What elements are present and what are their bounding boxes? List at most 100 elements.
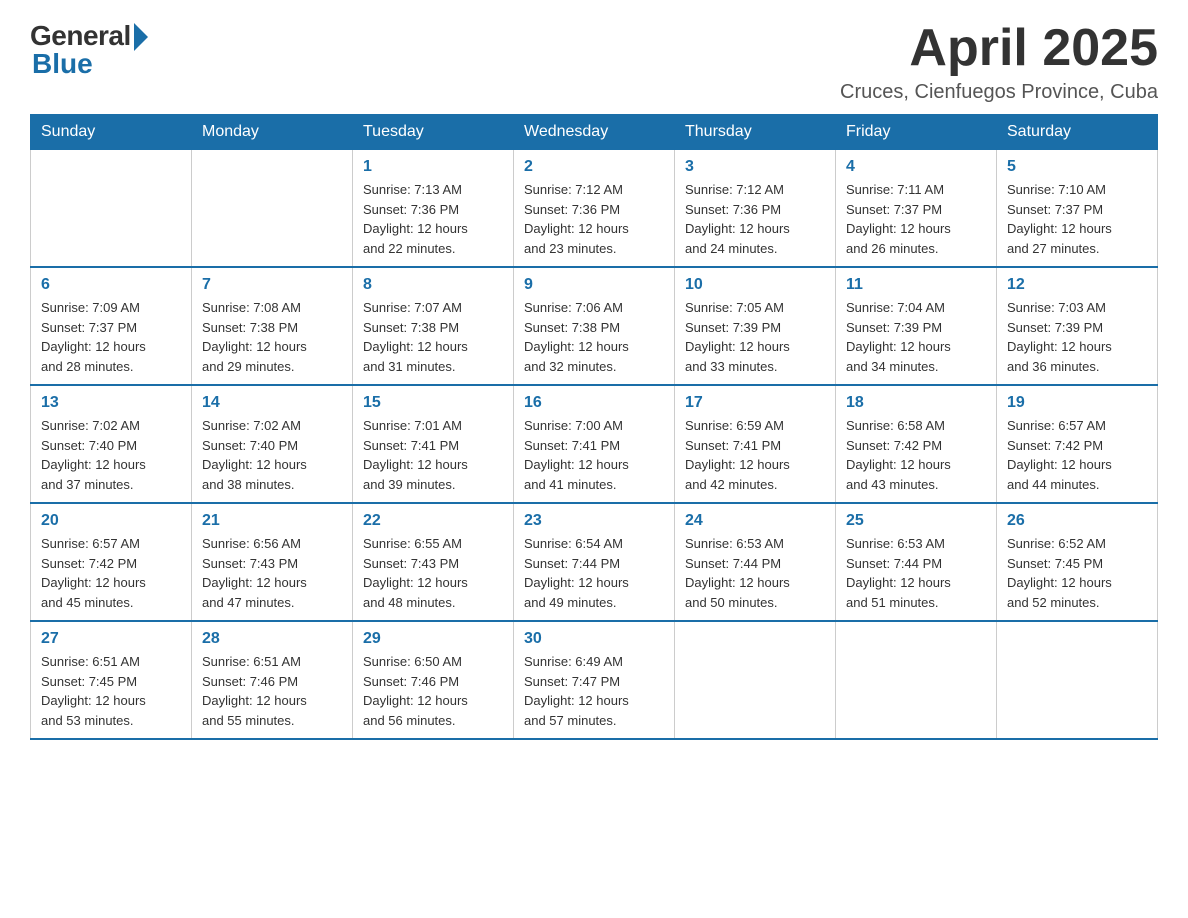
day-info: Sunrise: 7:05 AMSunset: 7:39 PMDaylight:… bbox=[685, 298, 825, 376]
day-number: 19 bbox=[1007, 394, 1147, 412]
day-number: 17 bbox=[685, 394, 825, 412]
day-number: 23 bbox=[524, 512, 664, 530]
day-number: 29 bbox=[363, 630, 503, 648]
day-info: Sunrise: 7:02 AMSunset: 7:40 PMDaylight:… bbox=[202, 416, 342, 494]
calendar-cell: 6Sunrise: 7:09 AMSunset: 7:37 PMDaylight… bbox=[31, 267, 192, 385]
day-info: Sunrise: 6:51 AMSunset: 7:45 PMDaylight:… bbox=[41, 652, 181, 730]
day-number: 10 bbox=[685, 276, 825, 294]
day-info: Sunrise: 7:03 AMSunset: 7:39 PMDaylight:… bbox=[1007, 298, 1147, 376]
day-info: Sunrise: 7:10 AMSunset: 7:37 PMDaylight:… bbox=[1007, 180, 1147, 258]
logo-blue-text: Blue bbox=[32, 48, 93, 80]
day-info: Sunrise: 7:01 AMSunset: 7:41 PMDaylight:… bbox=[363, 416, 503, 494]
weekday-header-wednesday: Wednesday bbox=[514, 115, 675, 150]
day-number: 27 bbox=[41, 630, 181, 648]
calendar-header: SundayMondayTuesdayWednesdayThursdayFrid… bbox=[31, 115, 1158, 150]
calendar-cell: 24 Sunrise: 6:53 AMSunset: 7:44 PMDayligh… bbox=[675, 503, 836, 621]
day-number: 16 bbox=[524, 394, 664, 412]
page-header: General Blue April 2025 Cruces, Cienfueg… bbox=[30, 20, 1158, 104]
day-info: Sunrise: 6:52 AMSunset: 7:45 PMDaylight:… bbox=[1007, 534, 1147, 612]
calendar-cell: 21Sunrise: 6:56 AMSunset: 7:43 PMDayligh… bbox=[192, 503, 353, 621]
weekday-header-monday: Monday bbox=[192, 115, 353, 150]
day-number: 25 bbox=[846, 512, 986, 530]
day-info: Sunrise: 6:54 AMSunset: 7:44 PMDaylight:… bbox=[524, 534, 664, 612]
calendar-cell: 22Sunrise: 6:55 AMSunset: 7:43 PMDayligh… bbox=[353, 503, 514, 621]
day-info: Sunrise: 7:02 AMSunset: 7:40 PMDaylight:… bbox=[41, 416, 181, 494]
day-info: Sunrise: 6:50 AMSunset: 7:46 PMDaylight:… bbox=[363, 652, 503, 730]
day-info: Sunrise: 6:51 AMSunset: 7:46 PMDaylight:… bbox=[202, 652, 342, 730]
calendar-cell: 18 Sunrise: 6:58 AMSunset: 7:42 PMDayligh… bbox=[836, 385, 997, 503]
calendar-cell: 29 Sunrise: 6:50 AMSunset: 7:46 PMDayligh… bbox=[353, 621, 514, 739]
calendar-week-3: 13 Sunrise: 7:02 AMSunset: 7:40 PMDayligh… bbox=[31, 385, 1158, 503]
day-number: 12 bbox=[1007, 276, 1147, 294]
day-info: Sunrise: 6:56 AMSunset: 7:43 PMDaylight:… bbox=[202, 534, 342, 612]
weekday-header-saturday: Saturday bbox=[997, 115, 1158, 150]
calendar-cell: 26 Sunrise: 6:52 AMSunset: 7:45 PMDayligh… bbox=[997, 503, 1158, 621]
weekday-header-sunday: Sunday bbox=[31, 115, 192, 150]
day-number: 3 bbox=[685, 158, 825, 176]
calendar-cell: 3 Sunrise: 7:12 AMSunset: 7:36 PMDaylight… bbox=[675, 150, 836, 268]
calendar-cell: 9 Sunrise: 7:06 AMSunset: 7:38 PMDaylight… bbox=[514, 267, 675, 385]
calendar-week-2: 6Sunrise: 7:09 AMSunset: 7:37 PMDaylight… bbox=[31, 267, 1158, 385]
calendar-cell: 12 Sunrise: 7:03 AMSunset: 7:39 PMDayligh… bbox=[997, 267, 1158, 385]
day-number: 26 bbox=[1007, 512, 1147, 530]
day-number: 28 bbox=[202, 630, 342, 648]
calendar-cell: 1 Sunrise: 7:13 AMSunset: 7:36 PMDaylight… bbox=[353, 150, 514, 268]
day-info: Sunrise: 6:57 AMSunset: 7:42 PMDaylight:… bbox=[41, 534, 181, 612]
day-info: Sunrise: 6:58 AMSunset: 7:42 PMDaylight:… bbox=[846, 416, 986, 494]
day-number: 24 bbox=[685, 512, 825, 530]
day-info: Sunrise: 7:13 AMSunset: 7:36 PMDaylight:… bbox=[363, 180, 503, 258]
logo: General Blue bbox=[30, 20, 148, 80]
title-section: April 2025 Cruces, Cienfuegos Province, … bbox=[840, 20, 1158, 104]
day-info: Sunrise: 6:57 AMSunset: 7:42 PMDaylight:… bbox=[1007, 416, 1147, 494]
day-number: 9 bbox=[524, 276, 664, 294]
calendar-cell bbox=[675, 621, 836, 739]
calendar-cell bbox=[836, 621, 997, 739]
day-info: Sunrise: 6:53 AMSunset: 7:44 PMDaylight:… bbox=[846, 534, 986, 612]
calendar-cell: 14 Sunrise: 7:02 AMSunset: 7:40 PMDayligh… bbox=[192, 385, 353, 503]
day-number: 8 bbox=[363, 276, 503, 294]
day-number: 14 bbox=[202, 394, 342, 412]
calendar-cell: 28 Sunrise: 6:51 AMSunset: 7:46 PMDayligh… bbox=[192, 621, 353, 739]
day-number: 11 bbox=[846, 276, 986, 294]
day-info: Sunrise: 7:08 AMSunset: 7:38 PMDaylight:… bbox=[202, 298, 342, 376]
calendar-cell: 30 Sunrise: 6:49 AMSunset: 7:47 PMDayligh… bbox=[514, 621, 675, 739]
calendar-body: 1 Sunrise: 7:13 AMSunset: 7:36 PMDaylight… bbox=[31, 150, 1158, 740]
day-number: 7 bbox=[202, 276, 342, 294]
calendar-cell: 25 Sunrise: 6:53 AMSunset: 7:44 PMDayligh… bbox=[836, 503, 997, 621]
day-number: 5 bbox=[1007, 158, 1147, 176]
calendar-cell: 10 Sunrise: 7:05 AMSunset: 7:39 PMDayligh… bbox=[675, 267, 836, 385]
month-title: April 2025 bbox=[840, 20, 1158, 77]
day-number: 30 bbox=[524, 630, 664, 648]
day-info: Sunrise: 7:04 AMSunset: 7:39 PMDaylight:… bbox=[846, 298, 986, 376]
calendar-cell: 4Sunrise: 7:11 AMSunset: 7:37 PMDaylight… bbox=[836, 150, 997, 268]
weekday-header-row: SundayMondayTuesdayWednesdayThursdayFrid… bbox=[31, 115, 1158, 150]
calendar-cell: 20Sunrise: 6:57 AMSunset: 7:42 PMDayligh… bbox=[31, 503, 192, 621]
day-number: 18 bbox=[846, 394, 986, 412]
calendar-cell bbox=[997, 621, 1158, 739]
weekday-header-friday: Friday bbox=[836, 115, 997, 150]
day-info: Sunrise: 6:49 AMSunset: 7:47 PMDaylight:… bbox=[524, 652, 664, 730]
day-number: 1 bbox=[363, 158, 503, 176]
weekday-header-thursday: Thursday bbox=[675, 115, 836, 150]
calendar-cell: 19 Sunrise: 6:57 AMSunset: 7:42 PMDayligh… bbox=[997, 385, 1158, 503]
day-info: Sunrise: 6:55 AMSunset: 7:43 PMDaylight:… bbox=[363, 534, 503, 612]
day-info: Sunrise: 7:12 AMSunset: 7:36 PMDaylight:… bbox=[685, 180, 825, 258]
location: Cruces, Cienfuegos Province, Cuba bbox=[840, 81, 1158, 104]
calendar-week-5: 27 Sunrise: 6:51 AMSunset: 7:45 PMDayligh… bbox=[31, 621, 1158, 739]
calendar-cell: 27 Sunrise: 6:51 AMSunset: 7:45 PMDayligh… bbox=[31, 621, 192, 739]
calendar-cell: 11 Sunrise: 7:04 AMSunset: 7:39 PMDayligh… bbox=[836, 267, 997, 385]
calendar-cell: 23 Sunrise: 6:54 AMSunset: 7:44 PMDayligh… bbox=[514, 503, 675, 621]
calendar-cell bbox=[192, 150, 353, 268]
day-number: 15 bbox=[363, 394, 503, 412]
day-info: Sunrise: 6:59 AMSunset: 7:41 PMDaylight:… bbox=[685, 416, 825, 494]
day-info: Sunrise: 7:07 AMSunset: 7:38 PMDaylight:… bbox=[363, 298, 503, 376]
day-number: 4 bbox=[846, 158, 986, 176]
day-number: 6 bbox=[41, 276, 181, 294]
calendar-table: SundayMondayTuesdayWednesdayThursdayFrid… bbox=[30, 114, 1158, 740]
calendar-cell: 17 Sunrise: 6:59 AMSunset: 7:41 PMDayligh… bbox=[675, 385, 836, 503]
day-number: 13 bbox=[41, 394, 181, 412]
day-info: Sunrise: 7:12 AMSunset: 7:36 PMDaylight:… bbox=[524, 180, 664, 258]
day-info: Sunrise: 6:53 AMSunset: 7:44 PMDaylight:… bbox=[685, 534, 825, 612]
day-info: Sunrise: 7:06 AMSunset: 7:38 PMDaylight:… bbox=[524, 298, 664, 376]
logo-arrow-icon bbox=[134, 23, 148, 51]
